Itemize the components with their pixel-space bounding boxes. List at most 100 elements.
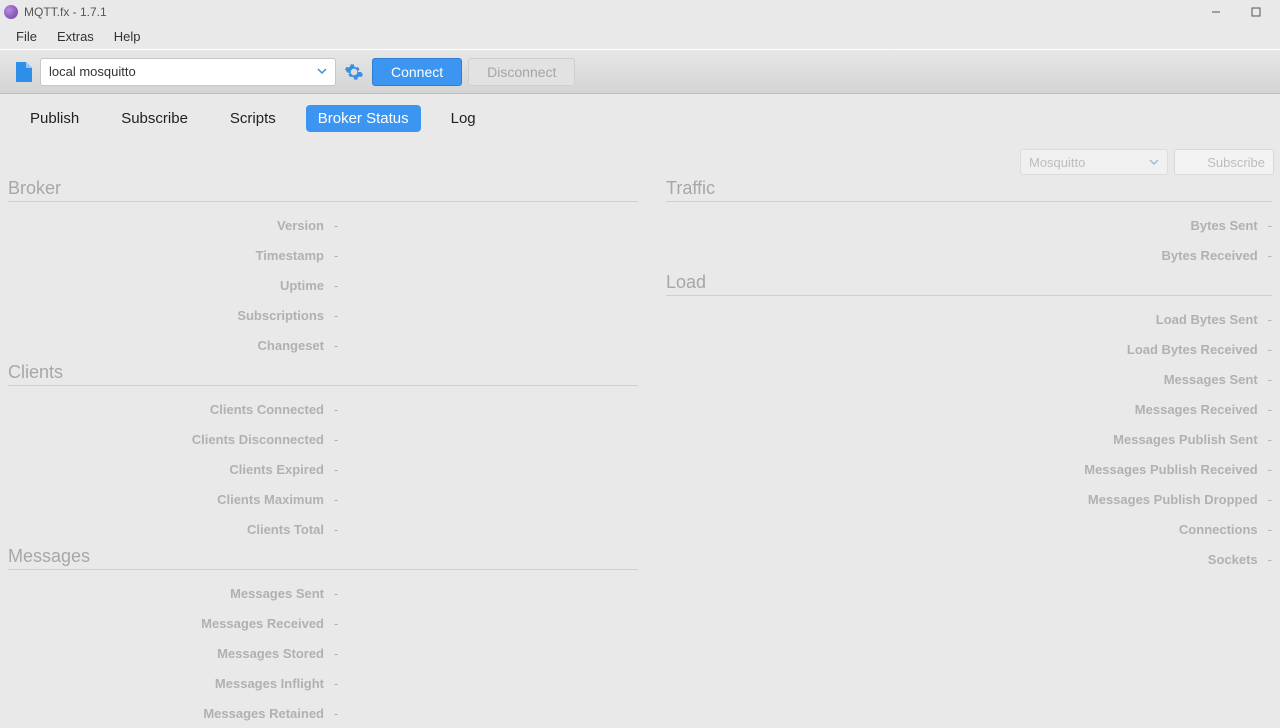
- menu-help[interactable]: Help: [104, 27, 151, 46]
- clients-expired-label: Clients Expired: [8, 462, 334, 477]
- broker-subscriptions-value: -: [334, 308, 338, 323]
- divider: [666, 295, 1272, 296]
- maximize-button[interactable]: [1236, 0, 1276, 24]
- clients-connected-value: -: [334, 402, 338, 417]
- broker-uptime-row: Uptime-: [8, 270, 638, 300]
- load-bytes-received-row: Load Bytes Received-: [666, 334, 1272, 364]
- messages-received-row: Messages Received-: [8, 608, 638, 638]
- section-clients-title: Clients: [8, 360, 638, 385]
- tab-scripts[interactable]: Scripts: [218, 105, 288, 132]
- broker-type-select[interactable]: Mosquitto: [1020, 149, 1168, 175]
- profile-select-value: local mosquitto: [49, 64, 136, 79]
- messages-inflight-value: -: [334, 676, 338, 691]
- tab-subscribe[interactable]: Subscribe: [109, 105, 200, 132]
- disconnect-button[interactable]: Disconnect: [468, 58, 575, 86]
- load-connections-value: -: [1268, 522, 1272, 537]
- messages-sent-value: -: [334, 586, 338, 601]
- messages-retained-label: Messages Retained: [8, 706, 334, 721]
- messages-retained-row: Messages Retained-: [8, 698, 638, 728]
- load-msg-pub-dropped-row: Messages Publish Dropped-: [666, 484, 1272, 514]
- messages-received-value: -: [334, 616, 338, 631]
- traffic-bytes-received-label: Bytes Received: [942, 248, 1268, 263]
- traffic-bytes-received-value: -: [1268, 248, 1272, 263]
- tab-broker-status[interactable]: Broker Status: [306, 105, 421, 132]
- window-title: MQTT.fx - 1.7.1: [24, 5, 107, 19]
- menu-file[interactable]: File: [6, 27, 47, 46]
- chevron-down-icon: [1149, 155, 1159, 170]
- menubar: File Extras Help: [0, 24, 1280, 50]
- load-connections-row: Connections-: [666, 514, 1272, 544]
- load-msg-received-row: Messages Received-: [666, 394, 1272, 424]
- traffic-bytes-sent-label: Bytes Sent: [942, 218, 1268, 233]
- menu-extras[interactable]: Extras: [47, 27, 104, 46]
- load-msg-sent-label: Messages Sent: [942, 372, 1268, 387]
- load-sockets-row: Sockets-: [666, 544, 1272, 574]
- profile-select[interactable]: local mosquitto: [40, 58, 336, 86]
- load-msg-pub-sent-row: Messages Publish Sent-: [666, 424, 1272, 454]
- load-msg-sent-row: Messages Sent-: [666, 364, 1272, 394]
- toolbar: local mosquitto Connect Disconnect: [0, 50, 1280, 94]
- clients-connected-label: Clients Connected: [8, 402, 334, 417]
- load-msg-pub-sent-label: Messages Publish Sent: [942, 432, 1268, 447]
- app-icon: [4, 5, 18, 19]
- load-msg-pub-dropped-label: Messages Publish Dropped: [942, 492, 1268, 507]
- left-column: Broker Version- Timestamp- Uptime- Subsc…: [6, 176, 640, 720]
- load-msg-received-label: Messages Received: [942, 402, 1268, 417]
- section-load-title: Load: [666, 270, 1272, 295]
- messages-inflight-label: Messages Inflight: [8, 676, 334, 691]
- load-msg-pub-received-label: Messages Publish Received: [942, 462, 1268, 477]
- clients-maximum-label: Clients Maximum: [8, 492, 334, 507]
- broker-changeset-row: Changeset-: [8, 330, 638, 360]
- messages-stored-value: -: [334, 646, 338, 661]
- load-msg-pub-received-value: -: [1268, 462, 1272, 477]
- clients-disconnected-label: Clients Disconnected: [8, 432, 334, 447]
- settings-button[interactable]: [342, 60, 366, 84]
- traffic-bytes-sent-value: -: [1268, 218, 1272, 233]
- load-msg-received-value: -: [1268, 402, 1272, 417]
- broker-timestamp-label: Timestamp: [8, 248, 334, 263]
- section-messages-title: Messages: [8, 544, 638, 569]
- load-connections-label: Connections: [942, 522, 1268, 537]
- messages-inflight-row: Messages Inflight-: [8, 668, 638, 698]
- divider: [8, 569, 638, 570]
- messages-sent-label: Messages Sent: [8, 586, 334, 601]
- clients-total-row: Clients Total-: [8, 514, 638, 544]
- broker-subscriptions-row: Subscriptions-: [8, 300, 638, 330]
- section-traffic-title: Traffic: [666, 176, 1272, 201]
- load-bytes-sent-value: -: [1268, 312, 1272, 327]
- load-msg-sent-value: -: [1268, 372, 1272, 387]
- tab-log[interactable]: Log: [439, 105, 488, 132]
- broker-version-row: Version-: [8, 210, 638, 240]
- broker-type-value: Mosquitto: [1029, 155, 1085, 170]
- load-msg-pub-dropped-value: -: [1268, 492, 1272, 507]
- chevron-down-icon: [317, 64, 327, 79]
- clients-maximum-value: -: [334, 492, 338, 507]
- tab-publish[interactable]: Publish: [18, 105, 91, 132]
- messages-received-label: Messages Received: [8, 616, 334, 631]
- broker-changeset-value: -: [334, 338, 338, 353]
- right-column: Traffic Bytes Sent- Bytes Received- Load…: [640, 176, 1274, 720]
- messages-stored-label: Messages Stored: [8, 646, 334, 661]
- minimize-button[interactable]: [1196, 0, 1236, 24]
- titlebar: MQTT.fx - 1.7.1: [0, 0, 1280, 24]
- clients-disconnected-row: Clients Disconnected-: [8, 424, 638, 454]
- status-subscribe-button[interactable]: Subscribe: [1174, 149, 1274, 175]
- connect-button-label: Connect: [391, 64, 443, 80]
- divider: [8, 201, 638, 202]
- broker-uptime-value: -: [334, 278, 338, 293]
- load-msg-pub-received-row: Messages Publish Received-: [666, 454, 1272, 484]
- load-bytes-received-label: Load Bytes Received: [942, 342, 1268, 357]
- broker-version-value: -: [334, 218, 338, 233]
- connect-button[interactable]: Connect: [372, 58, 462, 86]
- section-broker-title: Broker: [8, 176, 638, 201]
- load-sockets-value: -: [1268, 552, 1272, 567]
- load-bytes-sent-label: Load Bytes Sent: [942, 312, 1268, 327]
- traffic-bytes-sent-row: Bytes Sent-: [666, 210, 1272, 240]
- clients-connected-row: Clients Connected-: [8, 394, 638, 424]
- broker-uptime-label: Uptime: [8, 278, 334, 293]
- document-icon[interactable]: [14, 60, 34, 84]
- messages-stored-row: Messages Stored-: [8, 638, 638, 668]
- messages-retained-value: -: [334, 706, 338, 721]
- broker-timestamp-value: -: [334, 248, 338, 263]
- broker-subscriptions-label: Subscriptions: [8, 308, 334, 323]
